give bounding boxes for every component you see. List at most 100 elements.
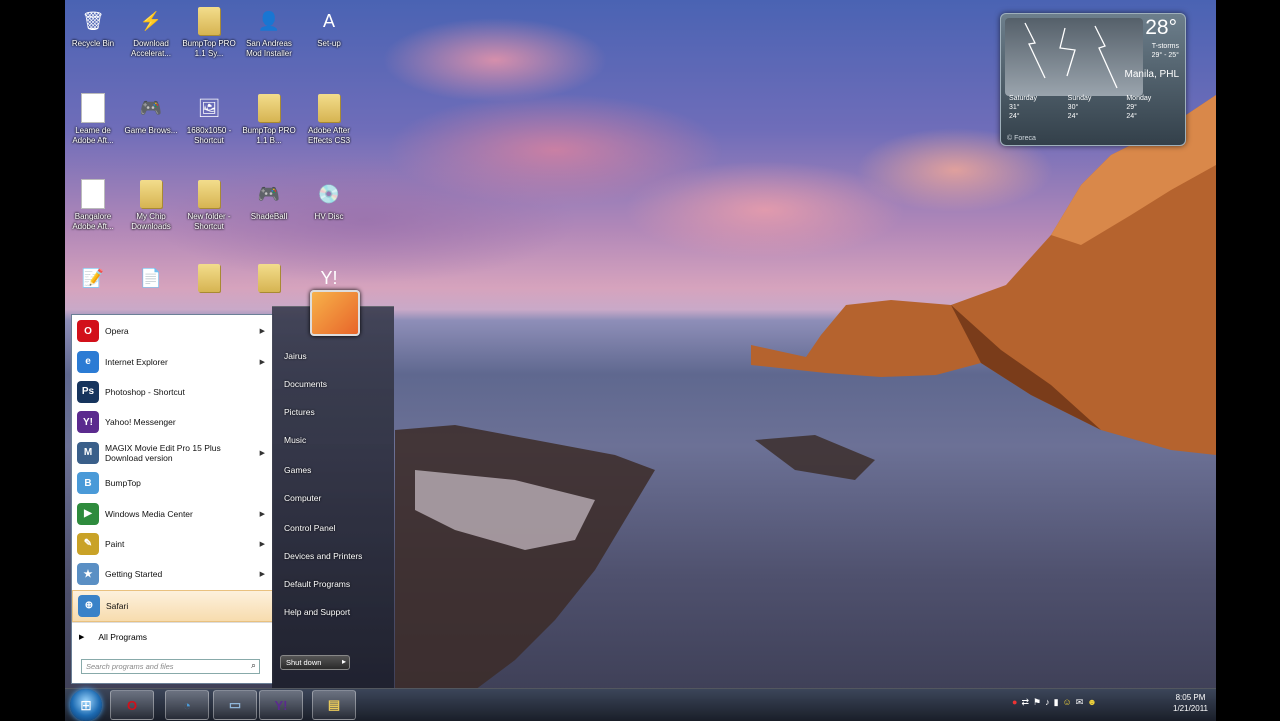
desktop-icon[interactable]: 💿 HV Disc — [299, 178, 359, 222]
game-icon: 🎮 — [139, 97, 163, 118]
explorer-taskbar-icon[interactable]: ▤ — [312, 690, 356, 720]
desktop-icon[interactable]: Bangalore Adobe Aft... — [63, 178, 123, 232]
emoticon-tray-icon[interactable]: ☻ — [1087, 697, 1096, 708]
desktop-icon[interactable]: 📄 — [121, 262, 181, 296]
desktop-icon[interactable] — [239, 262, 299, 296]
window-taskbar-icon[interactable]: ▭ — [213, 690, 257, 720]
forecast-day-low: 24° — [1126, 113, 1137, 120]
messenger-tray-icon[interactable]: ☺ — [1063, 697, 1072, 708]
volume-tray-icon[interactable]: ♪ — [1045, 697, 1050, 708]
submenu-arrow-icon[interactable]: ▶ — [260, 327, 265, 335]
magix-icon: M — [77, 441, 99, 464]
network-tray-icon[interactable]: ⇄ — [1021, 697, 1029, 708]
cliff-scenery — [751, 95, 1216, 455]
start-place-item[interactable]: Documents — [284, 379, 327, 389]
taskbar-clock[interactable]: 8:05 PM 1/21/2011 — [1173, 692, 1208, 714]
start-place-item[interactable]: Default Programs — [284, 579, 350, 589]
start-menu-item-label: MAGIX Movie Edit Pro 15 Plus Download ve… — [105, 442, 221, 463]
start-place-item[interactable]: Computer — [284, 493, 321, 503]
desktop-icon-label: Adobe After Effects CS3 — [307, 126, 351, 145]
folder-icon — [313, 92, 345, 124]
folder-icon — [253, 92, 285, 124]
desktop-icon[interactable] — [179, 262, 239, 296]
start-menu-item[interactable]: ✎ Paint ▶ — [72, 529, 273, 559]
start-menu-item[interactable]: ▶ Windows Media Center ▶ — [72, 498, 273, 528]
system-tray: ● ⇄ ⚑ ♪ ▮ ☺ ✉ ☻ — [1012, 697, 1097, 708]
antivirus-tray-icon[interactable]: ● — [1012, 697, 1017, 708]
forecast-day-name: Monday — [1126, 95, 1152, 102]
desktop-icon[interactable]: 🎮 ShadeBall — [239, 178, 299, 222]
desktop-icon[interactable]: ⚡ Download Accelerat... — [121, 5, 181, 59]
action-center-tray-icon[interactable]: ⚑ — [1033, 697, 1041, 708]
media-center-icon: ▶ — [77, 502, 99, 525]
temperature-range: 29° - 25° — [1151, 52, 1179, 59]
start-menu-item[interactable]: e Internet Explorer ▶ — [72, 346, 273, 376]
desktop-icon[interactable]: My Chip Downloads — [121, 178, 181, 232]
battery-tray-icon[interactable]: ▮ — [1054, 697, 1059, 708]
desktop-icon-label: Download Accelerat... — [130, 39, 171, 58]
city-name: Manila, PHL — [1124, 69, 1179, 80]
start-menu-item[interactable]: Ps Photoshop - Shortcut — [72, 377, 273, 407]
recycle-bin-icon: 🗑 — [81, 10, 105, 31]
bumptop-taskbar-icon[interactable]: ◔ — [165, 690, 209, 720]
start-menu-item[interactable]: M MAGIX Movie Edit Pro 15 Plus Download v… — [72, 438, 273, 468]
start-search-input[interactable]: Search programs and files ⌕ — [81, 659, 260, 674]
weather-gadget[interactable]: 28° T-storms 29° - 25° Manila, PHL Satur… — [1000, 13, 1186, 146]
start-menu-item[interactable]: O Opera ▶ — [72, 316, 273, 346]
desktop-icon[interactable]: Adobe After Effects CS3 — [299, 92, 359, 146]
start-menu-item[interactable]: Y! Yahoo! Messenger — [72, 407, 273, 437]
setup-icon: 📄 — [139, 267, 163, 288]
opera-taskbar-icon[interactable]: O — [110, 690, 154, 720]
start-menu-item-label: Windows Media Center — [105, 508, 193, 519]
all-programs-label: All Programs — [98, 631, 148, 642]
thunderstorm-image — [1005, 18, 1143, 96]
yahoo-taskbar-icon[interactable]: Y! — [259, 690, 303, 720]
start-menu-item[interactable]: B BumpTop — [72, 468, 273, 498]
submenu-arrow-icon[interactable]: ▶ — [260, 570, 265, 578]
desktop-icon[interactable]: BumpTop PRO 1.1 B... — [239, 92, 299, 146]
shutdown-button[interactable]: Shut down ▸ — [280, 655, 350, 670]
start-menu-item[interactable]: ★ Getting Started ▶ — [72, 559, 273, 589]
arrow-right-icon: ▶ — [79, 633, 85, 641]
start-orb-icon[interactable]: ⊞ — [70, 689, 102, 721]
start-place-item[interactable]: Devices and Printers — [284, 551, 362, 561]
desktop-icon[interactable]: Leame de Adobe Aft... — [63, 92, 123, 146]
bumptop-icon: B — [77, 472, 99, 495]
submenu-arrow-icon[interactable]: ▶ — [260, 540, 265, 548]
safari-icon: ⊕ — [78, 594, 100, 617]
all-programs-button[interactable]: ▶ All Programs — [72, 621, 273, 651]
start-place-item[interactable]: Music — [284, 435, 306, 445]
start-place-item[interactable]: Pictures — [284, 407, 315, 417]
download-accelerator-icon: ⚡ — [139, 10, 163, 31]
desktop-icon[interactable]: 👤 San Andreas Mod Installer — [239, 5, 299, 59]
start-place-item[interactable]: Games — [284, 465, 311, 475]
desktop-icon[interactable]: A Set-up — [299, 5, 359, 49]
submenu-arrow-icon[interactable]: ▶ — [260, 510, 265, 518]
start-menu-item-label: Paint — [105, 538, 125, 549]
start-place-item[interactable]: Help and Support — [284, 607, 350, 617]
submenu-arrow-icon[interactable]: ▶ — [260, 358, 265, 366]
desktop-icon[interactable]: 🗑 Recycle Bin — [63, 5, 123, 49]
desktop-icon[interactable]: 🖼 1680x1050 - Shortcut — [179, 92, 239, 146]
condition-text: T-storms 29° - 25° — [1152, 42, 1179, 60]
document-icon — [77, 92, 109, 124]
start-menu-item-label: Getting Started — [105, 569, 163, 580]
submenu-arrow-icon[interactable]: ▶ — [260, 449, 265, 457]
search-placeholder: Search programs and files — [86, 662, 174, 671]
chat-tray-icon[interactable]: ✉ — [1076, 697, 1084, 708]
disc-icon: 💿 — [317, 183, 341, 204]
desktop-icon[interactable]: 📝 — [63, 262, 123, 296]
shutdown-options-icon[interactable]: ▸ — [342, 657, 346, 666]
clock-time: 8:05 PM — [1175, 693, 1206, 702]
desktop-icon[interactable]: 🎮 Game Brows... — [121, 92, 181, 136]
start-place-item[interactable]: Jairus — [284, 351, 307, 361]
desktop-icon-label: BumpTop PRO 1.1 B... — [242, 126, 296, 145]
desktop-icon[interactable]: BumpTop PRO 1.1 Sy... — [179, 5, 239, 59]
internet-explorer-icon: e — [77, 350, 99, 373]
adobe-icon: A — [322, 10, 335, 31]
desktop-icon[interactable]: New folder - Shortcut — [179, 178, 239, 232]
user-picture[interactable] — [310, 290, 360, 336]
start-place-item[interactable]: Control Panel — [284, 523, 336, 533]
start-menu-item-label: Yahoo! Messenger — [105, 417, 176, 428]
start-menu-item[interactable]: ⊕ Safari — [72, 589, 273, 622]
